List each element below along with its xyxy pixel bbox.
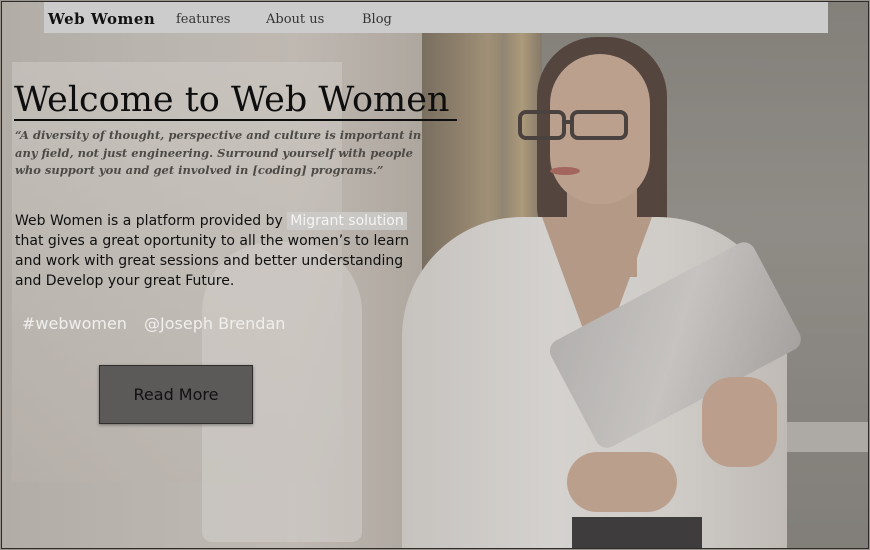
page-frame: Web Women features About us Blog Welcome… [1, 1, 869, 549]
migrant-solution-link[interactable]: Migrant solution [287, 212, 407, 230]
hashtag-list: #webwomen @Joseph Brendan [22, 314, 297, 333]
top-navbar: Web Women features About us Blog [44, 2, 828, 33]
description-text-start: Web Women is a platform provided by [15, 213, 288, 229]
description-text-end: that gives a great oportunity to all the… [15, 233, 409, 289]
nav-link-features[interactable]: features [176, 12, 230, 27]
page-title: Welcome to Web Women [14, 82, 458, 121]
hashtag-webwomen[interactable]: #webwomen [22, 314, 127, 333]
brand-logo[interactable]: Web Women [48, 10, 155, 28]
hero-quote: “A diversity of thought, perspective and… [15, 128, 422, 177]
hero-description: Web Women is a platform provided by Migr… [15, 211, 420, 291]
author-handle[interactable]: @Joseph Brendan [144, 314, 285, 333]
nav-link-blog[interactable]: Blog [362, 12, 392, 27]
read-more-button[interactable]: Read More [99, 365, 253, 424]
nav-link-about-us[interactable]: About us [266, 12, 324, 27]
